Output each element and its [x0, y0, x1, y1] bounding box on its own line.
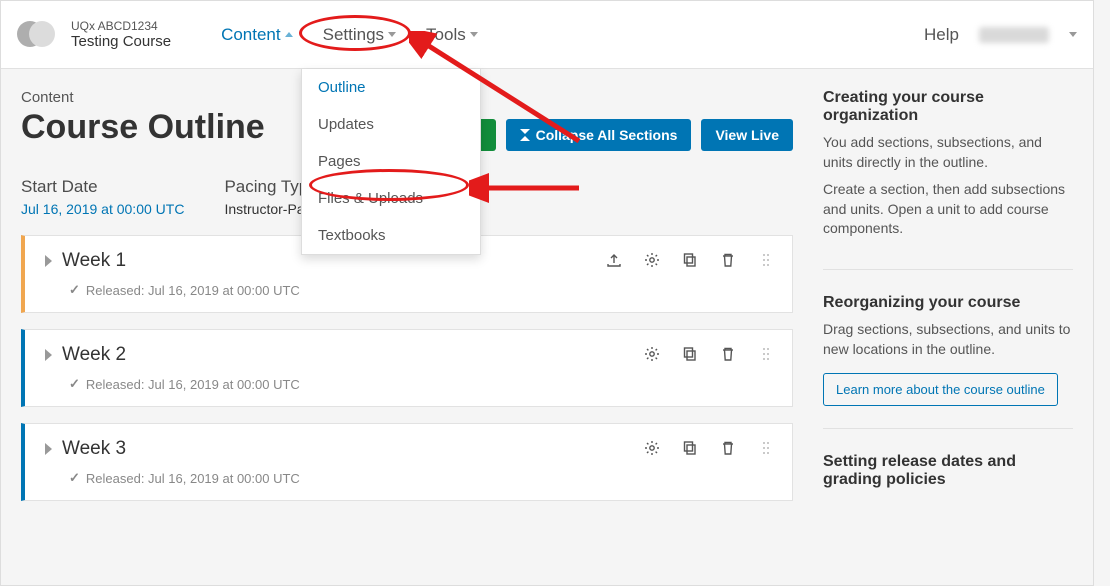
chevron-down-icon — [470, 32, 478, 37]
dropdown-files-uploads[interactable]: Files & Uploads — [302, 180, 480, 217]
nav-settings[interactable]: Settings — [323, 25, 396, 45]
sections-list: Week 1 Released: Jul 16, 2019 at 00:00 U… — [21, 235, 793, 501]
drag-handle-icon[interactable] — [758, 346, 774, 365]
side-block-release: Setting release dates and grading polici… — [823, 453, 1073, 519]
gear-icon[interactable] — [644, 252, 660, 271]
copy-icon[interactable] — [682, 252, 698, 271]
released-text: Released: Jul 16, 2019 at 00:00 UTC — [86, 377, 300, 392]
chevron-down-icon — [1069, 32, 1077, 37]
dropdown-textbooks[interactable]: Textbooks — [302, 217, 480, 254]
section-title[interactable]: Week 2 — [62, 344, 634, 366]
trash-icon[interactable] — [720, 346, 736, 365]
side-text: Create a section, then add subsections a… — [823, 180, 1073, 239]
chevron-up-icon — [285, 32, 293, 37]
nav-tools-label: Tools — [426, 25, 466, 45]
copy-icon[interactable] — [682, 440, 698, 459]
expand-icon[interactable] — [45, 443, 52, 455]
side-title-release: Setting release dates and grading polici… — [823, 453, 1073, 489]
chevron-down-icon — [388, 32, 396, 37]
app-viewport: UQx ABCD1234 Testing Course Content Sett… — [0, 0, 1094, 586]
side-block-reorganizing: Reorganizing your course Drag sections, … — [823, 294, 1073, 429]
side-block-creating: Creating your course organization You ad… — [823, 89, 1073, 270]
dropdown-pages[interactable]: Pages — [302, 143, 480, 180]
gear-icon[interactable] — [644, 440, 660, 459]
nav-settings-label: Settings — [323, 25, 384, 45]
check-icon — [69, 376, 80, 392]
released-text: Released: Jul 16, 2019 at 00:00 UTC — [86, 471, 300, 486]
nav-content[interactable]: Content — [221, 25, 293, 45]
side-text: You add sections, subsections, and units… — [823, 133, 1073, 172]
check-icon — [69, 470, 80, 486]
course-name: Testing Course — [71, 33, 171, 50]
course-id: UQx ABCD1234 — [71, 19, 171, 33]
course-info: UQx ABCD1234 Testing Course — [71, 19, 171, 50]
check-icon — [69, 282, 80, 298]
main-nav: Content Settings Tools — [221, 25, 478, 45]
content-dropdown: Outline Updates Pages Files & Uploads Te… — [301, 69, 481, 255]
trash-icon[interactable] — [720, 252, 736, 271]
drag-handle-icon[interactable] — [758, 440, 774, 459]
start-date-label: Start Date — [21, 177, 184, 197]
gear-icon[interactable] — [644, 346, 660, 365]
expand-icon[interactable] — [45, 255, 52, 267]
trash-icon[interactable] — [720, 440, 736, 459]
collapse-label: Collapse All Sections — [536, 127, 678, 143]
main-area: Content Course Outline New Section Colla… — [1, 69, 1093, 563]
collapse-icon — [520, 129, 530, 141]
logo — [17, 21, 57, 49]
released-text: Released: Jul 16, 2019 at 00:00 UTC — [86, 283, 300, 298]
learn-more-link[interactable]: Learn more about the course outline — [823, 373, 1058, 406]
copy-icon[interactable] — [682, 346, 698, 365]
dropdown-updates[interactable]: Updates — [302, 106, 480, 143]
topbar: UQx ABCD1234 Testing Course Content Sett… — [1, 1, 1093, 69]
nav-content-label: Content — [221, 25, 281, 45]
section-card: Week 3 Released: Jul 16, 2019 at 00:00 U… — [21, 423, 793, 501]
released-row: Released: Jul 16, 2019 at 00:00 UTC — [69, 282, 774, 298]
nav-tools[interactable]: Tools — [426, 25, 478, 45]
side-title-creating: Creating your course organization — [823, 89, 1073, 125]
user-menu[interactable] — [979, 27, 1049, 43]
start-date-value[interactable]: Jul 16, 2019 at 00:00 UTC — [21, 201, 184, 217]
collapse-all-button[interactable]: Collapse All Sections — [506, 119, 692, 151]
page-title: Course Outline — [21, 108, 265, 147]
side-title-reorg: Reorganizing your course — [823, 294, 1073, 312]
view-live-button[interactable]: View Live — [701, 119, 793, 151]
expand-icon[interactable] — [45, 349, 52, 361]
meta-start-date: Start Date Jul 16, 2019 at 00:00 UTC — [21, 177, 184, 217]
breadcrumb: Content — [21, 89, 265, 106]
view-live-label: View Live — [715, 127, 779, 143]
dropdown-outline[interactable]: Outline — [302, 69, 480, 106]
released-row: Released: Jul 16, 2019 at 00:00 UTC — [69, 376, 774, 392]
help-sidebar: Creating your course organization You ad… — [823, 89, 1073, 543]
right-nav: Help — [924, 25, 1077, 45]
upload-icon[interactable] — [606, 252, 622, 271]
section-card: Week 2 Released: Jul 16, 2019 at 00:00 U… — [21, 329, 793, 407]
section-title[interactable]: Week 3 — [62, 438, 634, 460]
side-text: Drag sections, subsections, and units to… — [823, 320, 1073, 359]
help-link[interactable]: Help — [924, 25, 959, 45]
released-row: Released: Jul 16, 2019 at 00:00 UTC — [69, 470, 774, 486]
drag-handle-icon[interactable] — [758, 252, 774, 271]
